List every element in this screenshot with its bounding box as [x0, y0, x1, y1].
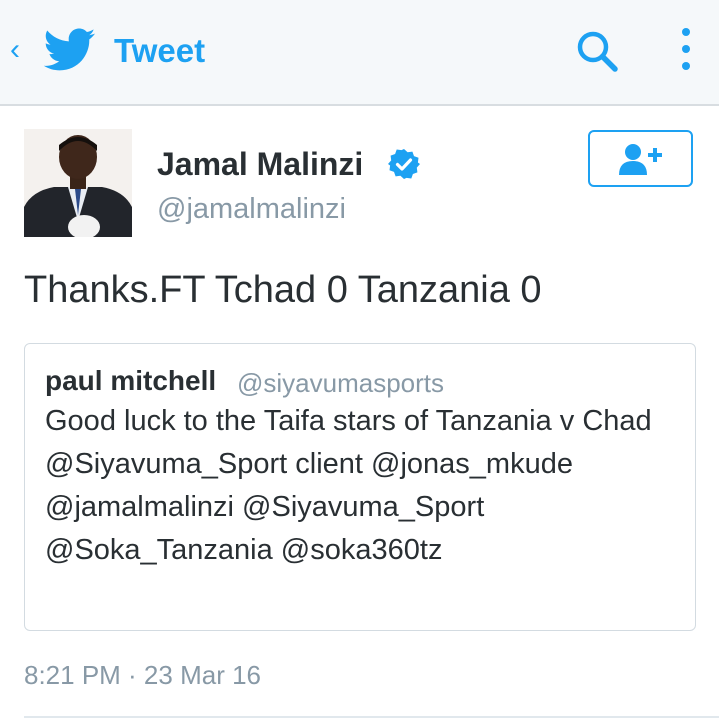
author-handle[interactable]: @jamalmalinzi	[157, 190, 346, 228]
tweet-text: Thanks.FT Tchad 0 Tanzania 0	[24, 269, 542, 311]
divider	[24, 716, 719, 718]
twitter-bird-icon	[44, 28, 96, 71]
more-options-icon[interactable]	[676, 28, 696, 76]
quoted-author-handle: @siyavumasports	[237, 368, 445, 398]
quoted-tweet-card[interactable]: paul mitchell @siyavumasports Good luck …	[24, 343, 696, 631]
avatar-photo	[24, 129, 132, 237]
verified-badge-icon	[388, 149, 420, 179]
tweet-timestamp: 8:21 PM · 23 Mar 16	[24, 660, 261, 690]
page-title: Tweet	[114, 32, 206, 69]
quoted-tweet-text: Good luck to the Taifa stars of Tanzania…	[45, 405, 652, 566]
top-app-bar: ‹ Tweet	[0, 0, 719, 106]
follow-button[interactable]	[588, 130, 693, 187]
search-icon[interactable]	[574, 28, 620, 74]
avatar[interactable]	[24, 129, 132, 237]
add-user-icon	[619, 144, 662, 175]
quoted-author-name: paul mitchell	[45, 365, 217, 396]
back-icon[interactable]: ‹	[10, 30, 20, 70]
author-name[interactable]: Jamal Malinzi	[157, 144, 363, 184]
